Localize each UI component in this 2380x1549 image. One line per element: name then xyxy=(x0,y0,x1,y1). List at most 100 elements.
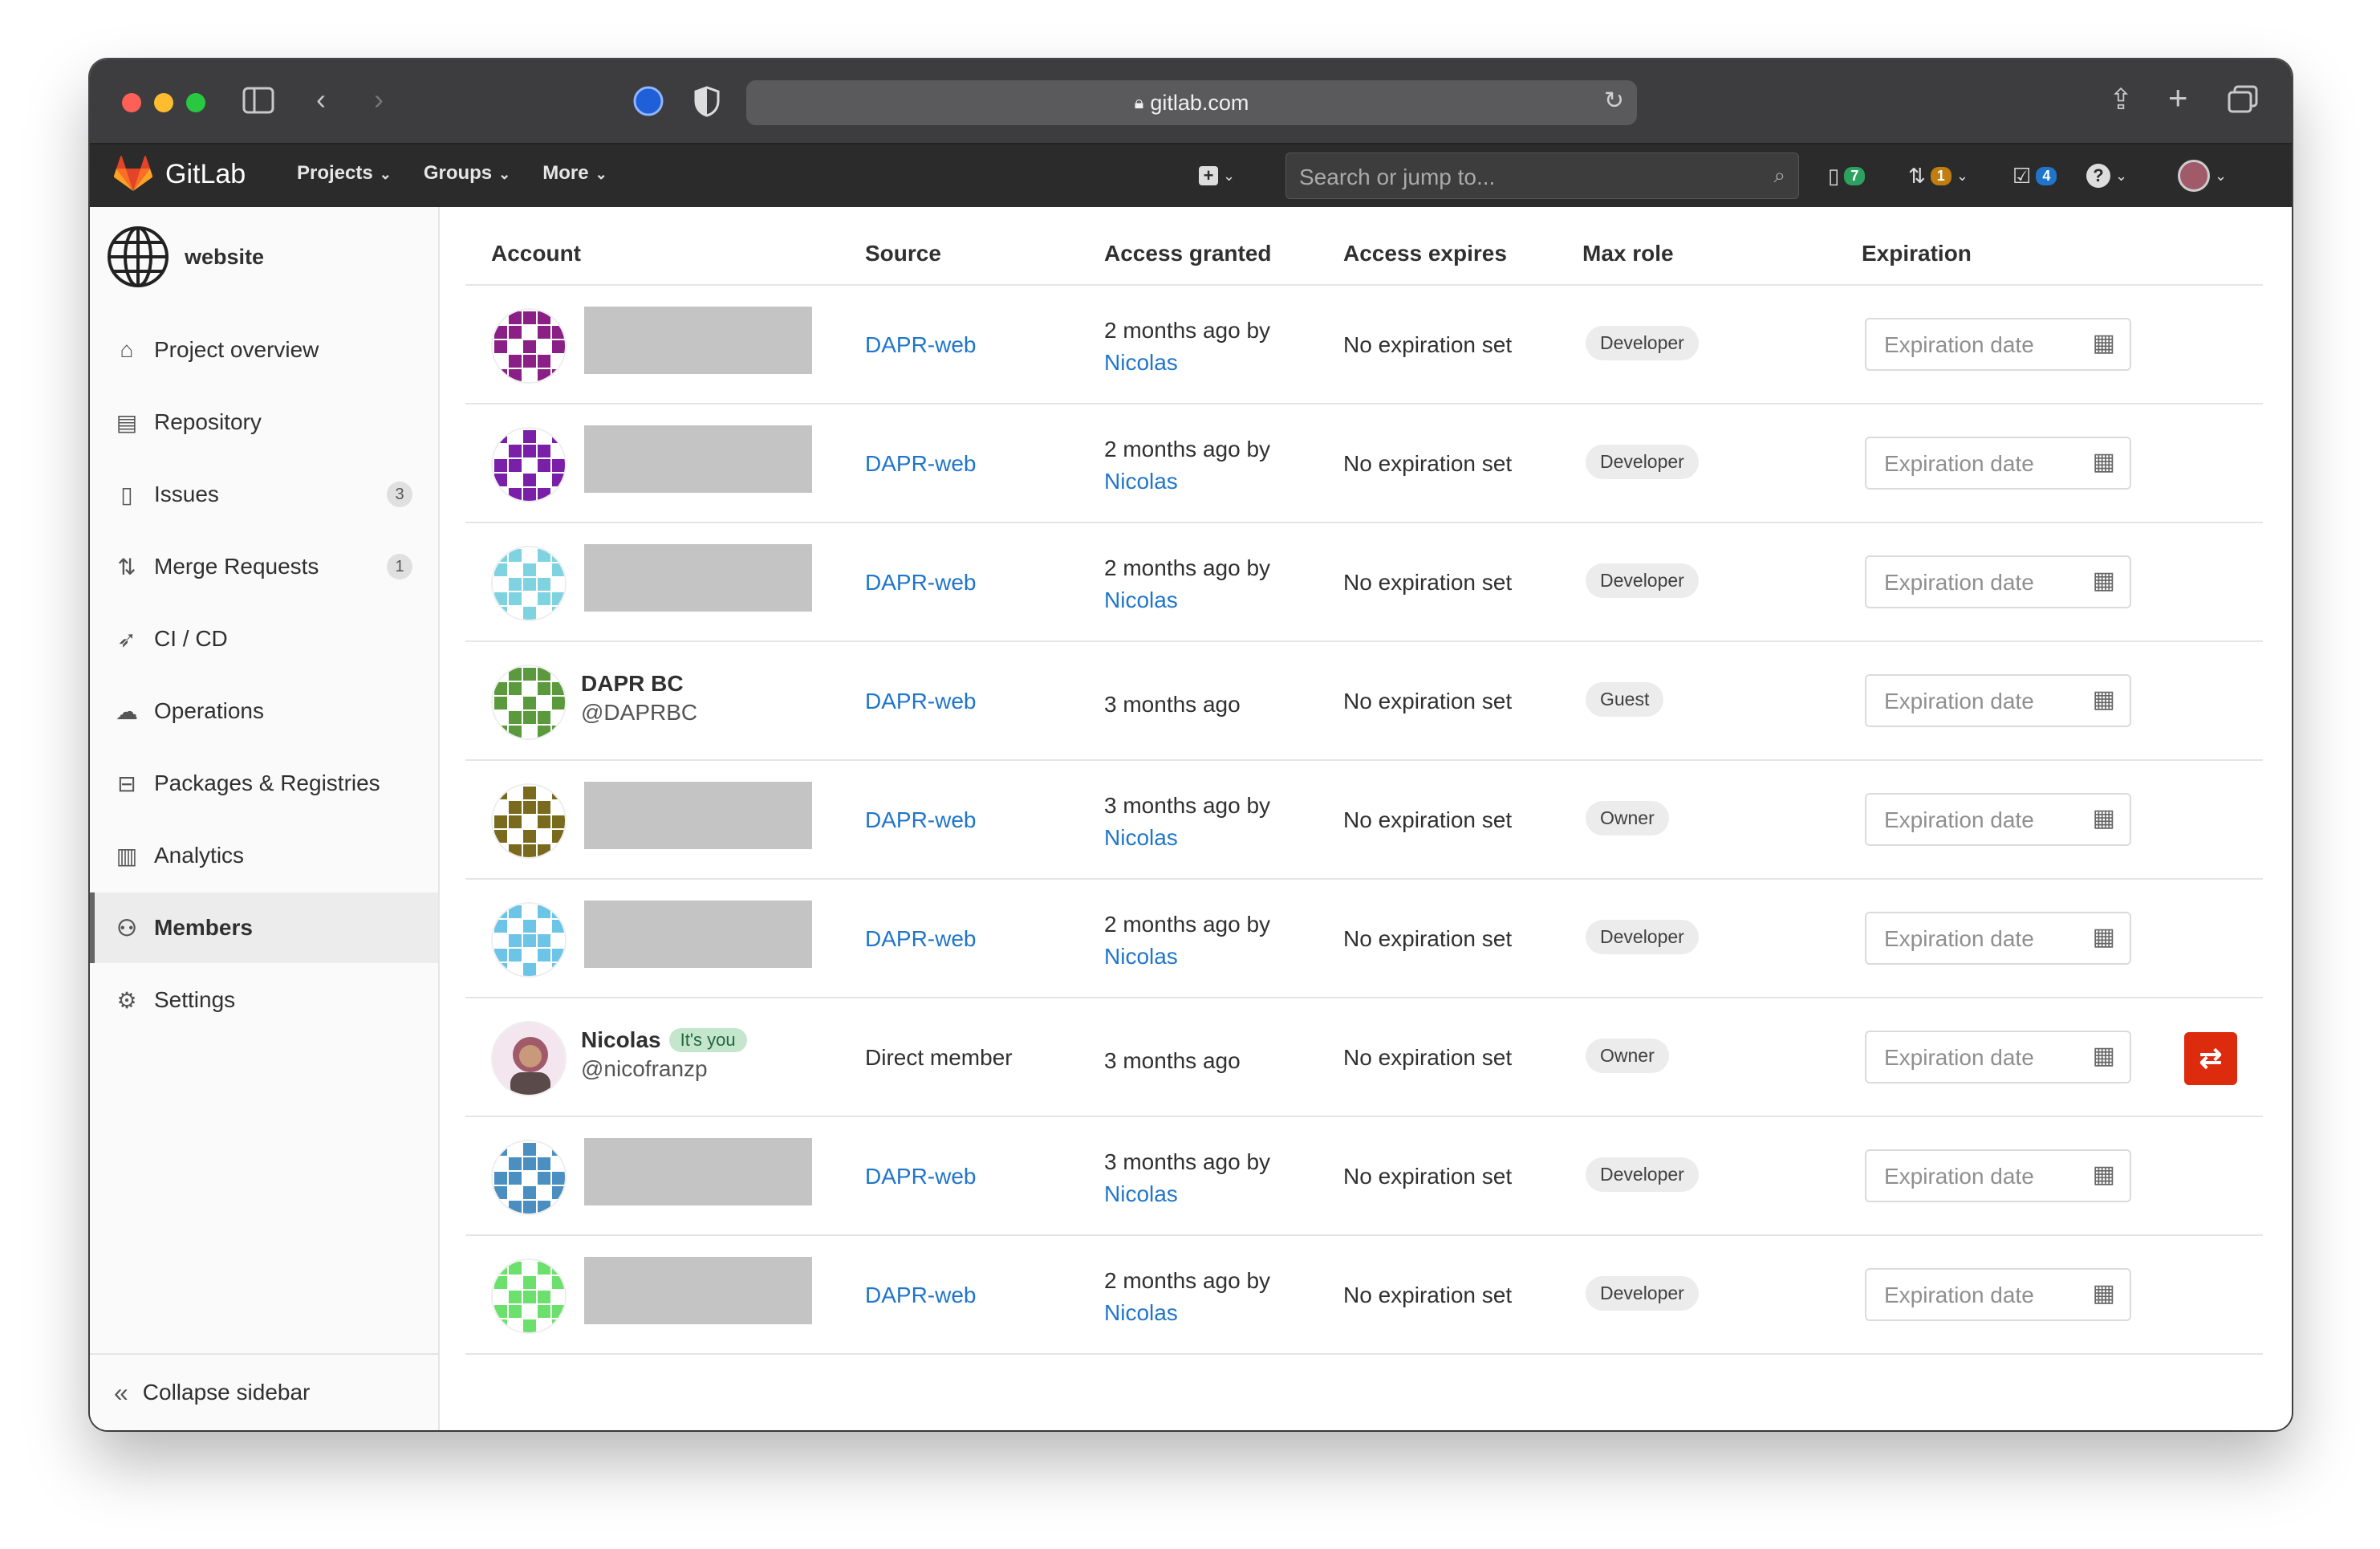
sidebar-item-packages-registries[interactable]: ⊟ Packages & Registries xyxy=(90,748,438,819)
minimize-window-button[interactable] xyxy=(154,93,173,112)
granted-by-link[interactable]: Nicolas xyxy=(1104,1178,1270,1210)
sidebar-item-issues[interactable]: ▯ Issues 3 xyxy=(90,459,438,530)
member-avatar[interactable] xyxy=(491,546,567,621)
expiration-date-input[interactable]: Expiration date ▦ xyxy=(1865,318,2131,371)
sidebar-item-merge-requests[interactable]: ⇅ Merge Requests 1 xyxy=(90,531,438,602)
nav-projects-dropdown[interactable]: Projects ⌄ xyxy=(297,162,392,185)
member-avatar[interactable] xyxy=(491,902,567,978)
expiration-date-input[interactable]: Expiration date ▦ xyxy=(1865,793,2131,846)
gitlab-logo[interactable]: GitLab xyxy=(114,156,246,193)
new-item-dropdown[interactable]: + ⌄ xyxy=(1199,161,1235,191)
sidebar-toggle-icon[interactable] xyxy=(242,87,274,120)
granted-by-link[interactable]: Nicolas xyxy=(1104,347,1270,379)
forward-icon[interactable]: › xyxy=(374,83,384,116)
help-dropdown[interactable]: ? ⌄ xyxy=(2086,161,2127,191)
calendar-icon: ▦ xyxy=(2092,805,2115,831)
member-source[interactable]: DAPR-web xyxy=(865,570,976,596)
sidebar-item-members[interactable]: ⚇ Members xyxy=(90,892,438,963)
granted-by-link[interactable]: Nicolas xyxy=(1104,1297,1270,1329)
granted-by-link[interactable]: Nicolas xyxy=(1104,466,1270,498)
sidebar-item-operations[interactable]: ☁ Operations xyxy=(90,676,438,746)
expiration-date-input[interactable]: Expiration date ▦ xyxy=(1865,1268,2131,1321)
close-window-button[interactable] xyxy=(122,93,141,112)
max-role-badge: Owner xyxy=(1586,801,1669,835)
access-granted-cell: 3 months ago xyxy=(1104,1045,1241,1077)
collapse-sidebar-label: Collapse sidebar xyxy=(142,1380,311,1405)
access-expires-text: No expiration set xyxy=(1343,807,1513,832)
user-menu-dropdown[interactable]: ⌄ xyxy=(2178,160,2227,192)
header-max-role: Max role xyxy=(1582,241,1674,266)
member-source[interactable]: DAPR-web xyxy=(865,807,976,833)
access-granted-text: 3 months ago xyxy=(1104,1048,1241,1073)
search-placeholder: Search or jump to... xyxy=(1299,165,1496,189)
project-header[interactable]: website xyxy=(106,225,264,289)
sidebar-item-ci-cd[interactable]: ➶ CI / CD xyxy=(90,604,438,674)
redacted-account-info xyxy=(584,307,812,374)
privacy-extension-icon[interactable] xyxy=(632,85,664,124)
member-avatar[interactable] xyxy=(491,1021,567,1096)
nav-more-dropdown[interactable]: More ⌄ xyxy=(542,162,607,185)
leave-project-button[interactable]: ⇄ xyxy=(2184,1032,2237,1085)
member-avatar[interactable] xyxy=(491,308,567,384)
table-row: DAPR-web 2 months ago by Nicolas No expirat… xyxy=(465,1236,2263,1355)
expiration-date-input[interactable]: Expiration date ▦ xyxy=(1865,912,2131,965)
issues-icon: ▯ xyxy=(1828,163,1840,188)
granted-by-link[interactable]: Nicolas xyxy=(1104,584,1270,616)
expiration-date-input[interactable]: Expiration date ▦ xyxy=(1865,674,2131,727)
member-source[interactable]: DAPR-web xyxy=(865,1283,976,1308)
member-avatar[interactable] xyxy=(491,1258,567,1334)
sidebar-item-project-overview[interactable]: ⌂ Project overview xyxy=(90,315,438,385)
access-granted-cell: 2 months ago by Nicolas xyxy=(1104,1265,1270,1329)
redacted-account-info xyxy=(584,1257,812,1324)
member-avatar[interactable] xyxy=(491,665,567,740)
tabs-overview-icon[interactable] xyxy=(2228,85,2258,120)
expiration-date-input[interactable]: Expiration date ▦ xyxy=(1865,555,2131,608)
expiration-date-input[interactable]: Expiration date ▦ xyxy=(1865,1031,2131,1083)
expiration-placeholder: Expiration date xyxy=(1884,807,2034,832)
issues-shortcut[interactable]: ▯ 7 xyxy=(1828,161,1866,191)
back-icon[interactable]: ‹ xyxy=(316,83,326,116)
member-identity[interactable]: DAPR BC @DAPRBC xyxy=(581,671,697,726)
header-expiration: Expiration xyxy=(1862,241,1972,266)
member-source[interactable]: DAPR-web xyxy=(865,1164,976,1189)
nav-groups-dropdown[interactable]: Groups ⌄ xyxy=(424,162,510,185)
member-avatar[interactable] xyxy=(491,1140,567,1215)
expiration-date-input[interactable]: Expiration date ▦ xyxy=(1865,1149,2131,1202)
member-identity[interactable]: Nicolas It's you @nicofranzp xyxy=(581,1027,747,1082)
calendar-icon: ▦ xyxy=(2092,567,2115,594)
granted-by-link[interactable]: Nicolas xyxy=(1104,941,1270,973)
merge-request-icon: ⇅ xyxy=(1908,163,1926,188)
member-source[interactable]: DAPR-web xyxy=(865,926,976,952)
expiration-placeholder: Expiration date xyxy=(1884,570,2034,595)
member-avatar[interactable] xyxy=(491,427,567,502)
sidebar-item-label: Issues xyxy=(154,482,219,506)
shield-icon[interactable] xyxy=(693,85,721,124)
granted-by-link[interactable]: Nicolas xyxy=(1104,822,1270,854)
search-input[interactable]: Search or jump to... ⌕ xyxy=(1285,152,1799,199)
sidebar-item-repository[interactable]: ▤ Repository xyxy=(90,387,438,457)
table-row: DAPR-web 2 months ago by Nicolas No expirat… xyxy=(465,523,2263,642)
new-tab-icon[interactable]: + xyxy=(2168,81,2188,115)
leave-icon: ⇄ xyxy=(2199,1043,2223,1074)
member-source[interactable]: DAPR-web xyxy=(865,332,976,358)
access-granted-cell: 2 months ago by Nicolas xyxy=(1104,552,1270,616)
reload-icon[interactable]: ↻ xyxy=(1604,87,1624,115)
todos-shortcut[interactable]: ☑ 4 xyxy=(2012,161,2057,191)
expiration-placeholder: Expiration date xyxy=(1884,926,2034,951)
nav-more-label: More xyxy=(542,162,589,184)
expiration-placeholder: Expiration date xyxy=(1884,1283,2034,1307)
expiration-placeholder: Expiration date xyxy=(1884,451,2034,476)
member-source[interactable]: DAPR-web xyxy=(865,451,976,477)
sidebar-item-settings[interactable]: ⚙ Settings xyxy=(90,965,438,1035)
address-bar[interactable]: 🔒︎ gitlab.com ↻ xyxy=(746,80,1637,125)
sidebar-item-analytics[interactable]: ▥ Analytics xyxy=(90,820,438,891)
expiration-date-input[interactable]: Expiration date ▦ xyxy=(1865,437,2131,490)
zoom-window-button[interactable] xyxy=(186,93,205,112)
share-icon[interactable]: ⇪ xyxy=(2109,83,2133,116)
member-source[interactable]: DAPR-web xyxy=(865,689,976,714)
sidebar-item-label: CI / CD xyxy=(154,626,228,651)
merge-requests-shortcut[interactable]: ⇅ 1 ⌄ xyxy=(1908,161,1968,191)
header-access-granted: Access granted xyxy=(1104,241,1272,266)
member-avatar[interactable] xyxy=(491,783,567,859)
collapse-sidebar-button[interactable]: « Collapse sidebar xyxy=(90,1353,438,1430)
